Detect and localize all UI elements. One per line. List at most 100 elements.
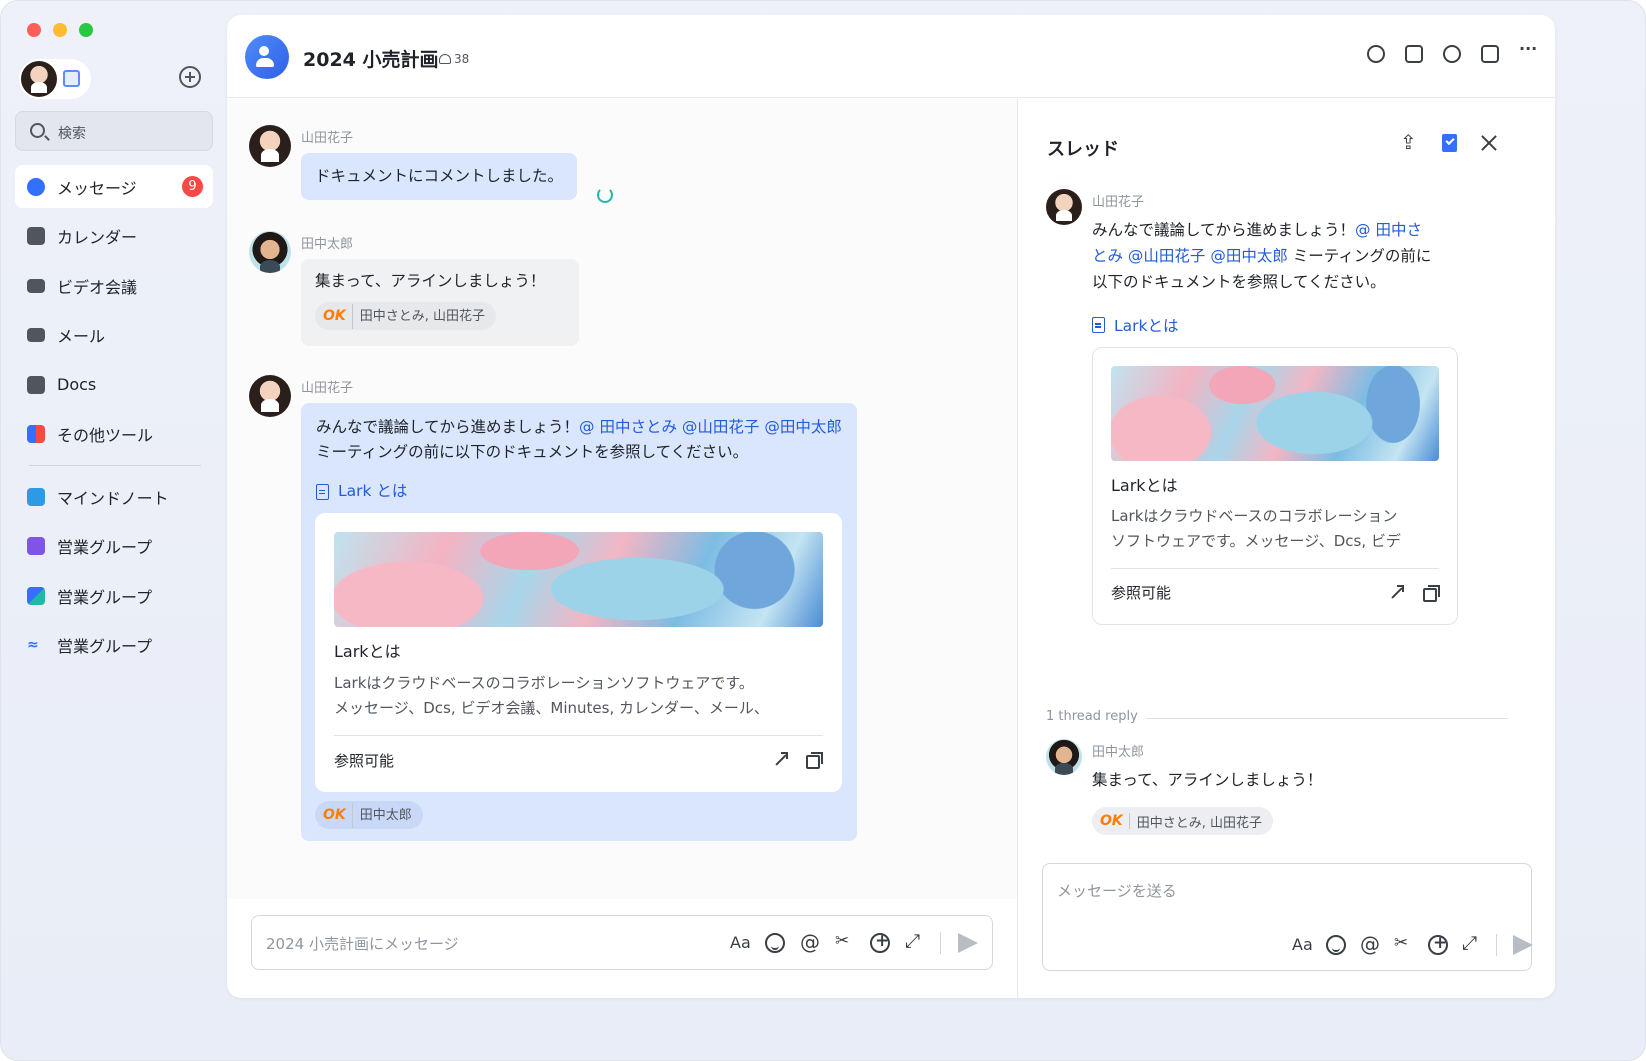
nav-label: Docs (57, 375, 96, 394)
search-box[interactable]: 検索 (15, 111, 213, 151)
sender-avatar[interactable] (249, 375, 291, 417)
expand-icon[interactable] (1389, 586, 1403, 600)
nav-item-video-meeting[interactable]: ビデオ会議 (15, 264, 213, 307)
copy-icon[interactable] (806, 755, 820, 769)
send-icon[interactable] (956, 932, 978, 954)
document-icon (1092, 317, 1105, 333)
card-desc-line: Larkはクラウドベースのコラボレーションソフトウェアです。 (334, 671, 754, 696)
doc-preview-card[interactable]: Larkとは Larkはクラウドベースのコラボレーション ソフトウェアです。メッ… (1092, 347, 1458, 625)
member-count[interactable]: 38 (439, 52, 469, 66)
send-icon[interactable] (1511, 934, 1533, 956)
expand-editor-icon[interactable] (905, 933, 925, 953)
text-segment: ミーティングの前に以下のドキュメントを参照してください。 (316, 443, 748, 461)
shortcut-sales-group[interactable]: 営業グループ (15, 525, 213, 568)
nav-label: その他ツール (57, 422, 153, 446)
message-list: 山田花子 ドキュメントにコメントしました。 田中太郎 集まって、アラインしましょ… (227, 99, 1017, 899)
calendar-icon[interactable] (1481, 45, 1499, 63)
chat-header: 2024 小売計画 38 (227, 15, 1555, 98)
copy-icon[interactable] (1423, 588, 1437, 602)
mention-link[interactable]: @山田花子 (682, 418, 760, 436)
add-circle-icon[interactable] (179, 66, 201, 88)
nav-label: メール (57, 323, 105, 347)
profile-switcher[interactable] (19, 59, 91, 99)
reaction-chip[interactable]: OK 田中太郎 (315, 801, 423, 829)
doc-cover-image (1111, 366, 1439, 461)
tools-icon (27, 425, 45, 443)
message-bubble: 集まって、アラインしましょう！ OK 田中さとみ, 山田花子 (301, 259, 579, 346)
add-attachment-icon[interactable] (1428, 935, 1448, 955)
nav-item-more-tools[interactable]: その他ツール (15, 413, 213, 456)
mention-link[interactable]: @田中太郎 (764, 418, 842, 436)
forward-icon[interactable] (1400, 133, 1420, 153)
document-icon (316, 484, 329, 500)
chat-title: 2024 小売計画 (303, 45, 439, 72)
format-icon[interactable] (1292, 935, 1312, 955)
mention-icon[interactable] (800, 933, 820, 953)
mention-link[interactable]: @ 田中さ (1355, 221, 1422, 239)
nav-item-mail[interactable]: メール (15, 314, 213, 357)
text-segment: みんなで議論してから進めましょう！ (316, 418, 579, 436)
shortcut-mindnote[interactable]: マインドノート (15, 475, 213, 518)
doc-preview-card[interactable]: Larkとは Larkはクラウドベースのコラボレーションソフトウェアです。 メッ… (315, 513, 842, 792)
doc-link[interactable]: Lark とは (316, 479, 407, 504)
screenshot-icon[interactable] (835, 933, 855, 953)
composer-toolbar (1292, 934, 1533, 956)
nav-label: ビデオ会議 (57, 274, 137, 298)
sender-avatar[interactable] (1046, 739, 1082, 775)
group-avatar[interactable] (245, 35, 289, 79)
nav-label: 営業グループ (57, 584, 152, 608)
nav-label: 営業グループ (57, 633, 152, 657)
message-composer[interactable]: 2024 小売計画にメッセージ (251, 915, 993, 970)
sender-avatar[interactable] (249, 231, 291, 273)
bookmark-icon[interactable] (1442, 134, 1457, 152)
mention-icon[interactable] (1360, 935, 1380, 955)
reaction-chip[interactable]: OK 田中さとみ, 山田花子 (1092, 807, 1273, 835)
more-icon[interactable] (1519, 45, 1537, 63)
doc-cover-image (334, 532, 823, 627)
doc-link[interactable]: Larkとは (1092, 314, 1178, 336)
sender-avatar[interactable] (249, 125, 291, 167)
chat-search-icon[interactable] (1367, 45, 1385, 63)
doc-link-label: Larkとは (1114, 314, 1178, 336)
mention-link[interactable]: @ 田中さとみ (579, 418, 677, 436)
close-icon[interactable] (1479, 133, 1499, 153)
nav-item-messages[interactable]: メッセージ 9 (15, 165, 213, 208)
ok-reaction-icon: OK (323, 803, 353, 828)
shortcut-sales-group[interactable]: ≈ 営業グループ (15, 624, 213, 667)
message-text: 集まって、アラインしましょう！ (1092, 768, 1322, 790)
add-member-icon[interactable] (1443, 45, 1461, 63)
thread-panel: スレッド 山田花子 みんなで議論してから進めましょう！@ 田中さ とみ @山田花… (1017, 99, 1555, 998)
card-desc-line: ソフトウェアです。メッセージ、Dcs, ビデ (1111, 529, 1401, 554)
emoji-icon[interactable] (765, 933, 785, 953)
sender-avatar[interactable] (1046, 189, 1082, 225)
expand-icon[interactable] (773, 753, 787, 767)
composer-placeholder: メッセージを送る (1057, 880, 1177, 901)
nav-label: マインドノート (57, 485, 169, 509)
add-attachment-icon[interactable] (870, 933, 890, 953)
message-bubble: みんなで議論してから進めましょう！@ 田中さとみ @山田花子 @田中太郎ミーティ… (301, 403, 857, 841)
shortcut-sales-group[interactable]: 営業グループ (15, 574, 213, 617)
message-text: みんなで議論してから進めましょう！@ 田中さ とみ @山田花子 @田中太郎 ミー… (1092, 217, 1462, 295)
thread-reply-count: 1 thread reply (1046, 709, 1511, 724)
screenshot-icon[interactable] (1394, 935, 1414, 955)
message-text: みんなで議論してから進めましょう！@ 田中さとみ @山田花子 @田中太郎ミーティ… (316, 415, 851, 465)
expand-editor-icon[interactable] (1462, 935, 1482, 955)
mindnote-icon (27, 488, 45, 506)
emoji-icon[interactable] (1326, 935, 1346, 955)
mention-link[interactable]: とみ @山田花子 @田中太郎 (1092, 247, 1288, 265)
message-bubble: ドキュメントにコメントしました。 (301, 153, 577, 200)
nav-item-docs[interactable]: Docs (15, 363, 213, 406)
thread-composer[interactable]: メッセージを送る (1042, 863, 1532, 971)
text-line: とみ @山田花子 @田中太郎 ミーティングの前に (1092, 243, 1462, 269)
reaction-users: 田中太郎 (360, 803, 412, 828)
composer-placeholder: 2024 小売計画にメッセージ (266, 933, 459, 954)
video-call-icon[interactable] (1405, 45, 1423, 63)
format-icon[interactable] (730, 933, 750, 953)
reaction-chip[interactable]: OK 田中さとみ, 山田花子 (315, 302, 496, 330)
user-avatar[interactable] (21, 61, 57, 97)
text-line: みんなで議論してから進めましょう！@ 田中さ (1092, 217, 1462, 243)
wave-icon: ≈ (27, 636, 45, 654)
app-window: 検索 メッセージ 9 カレンダー ビデオ会議 メール Docs (0, 0, 1646, 1061)
nav-item-calendar[interactable]: カレンダー (15, 215, 213, 258)
reaction-users: 田中さとみ, 山田花子 (360, 304, 485, 329)
